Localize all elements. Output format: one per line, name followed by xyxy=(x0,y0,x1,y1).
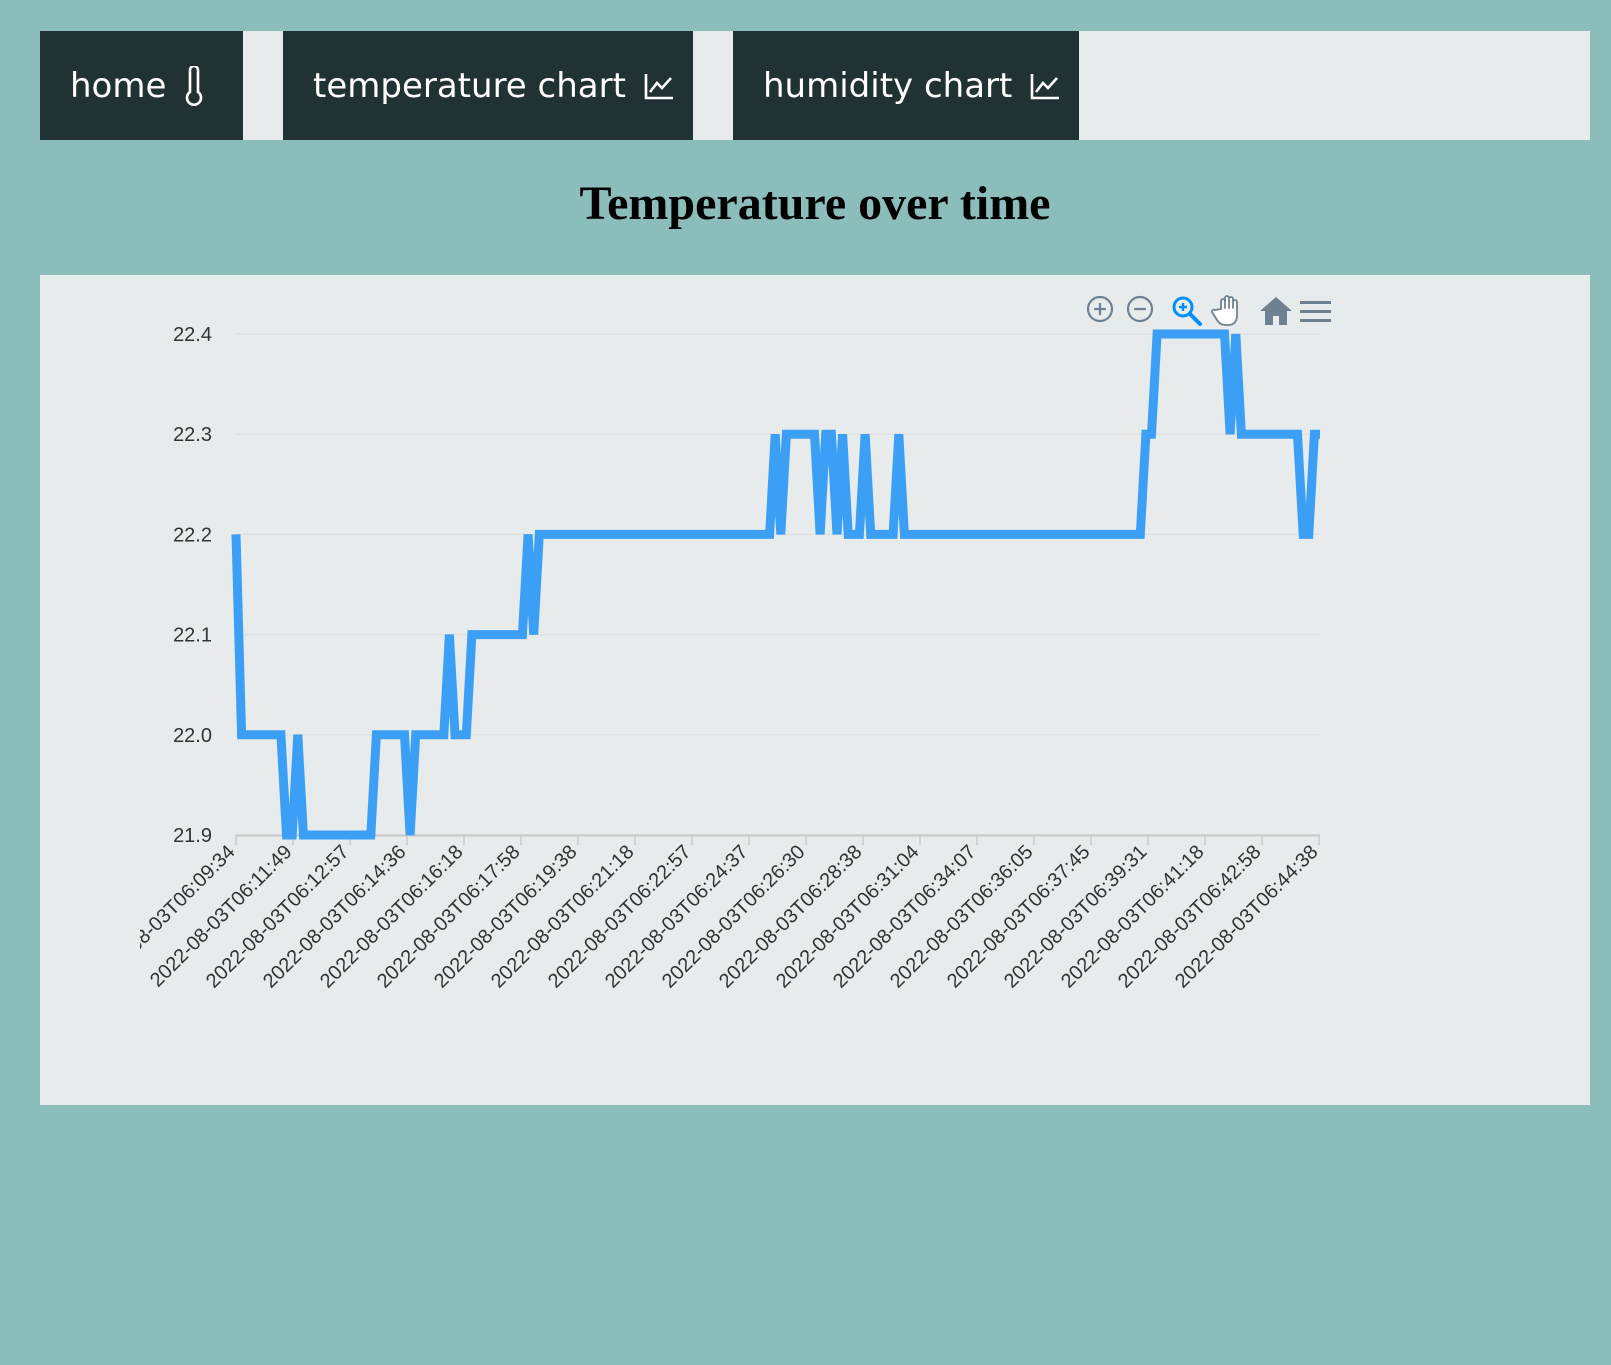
y-tick-label: 22.0 xyxy=(173,725,212,747)
series-line xyxy=(231,329,1320,840)
reset-home-icon[interactable] xyxy=(1260,297,1292,325)
chart-toolbar xyxy=(1086,295,1331,326)
nav-temperature-chart-link[interactable]: temperature chart xyxy=(283,31,693,140)
line-chart-icon xyxy=(644,72,674,100)
zoom-in-icon[interactable] xyxy=(1086,295,1114,323)
nav-humidity-chart-link[interactable]: humidity chart xyxy=(733,31,1079,140)
y-tick-label: 22.2 xyxy=(173,524,212,546)
navbar: home temperature chart humidity chart xyxy=(40,31,1590,140)
x-tick-labels: 2022-08-03T06:09:342022-08-03T06:11:4920… xyxy=(140,841,1323,993)
pan-hand-icon[interactable] xyxy=(1211,295,1238,326)
nav-temperature-chart-label: temperature chart xyxy=(313,65,626,106)
nav-home-link[interactable]: home xyxy=(40,31,243,140)
thermometer-icon xyxy=(184,65,204,106)
y-tick-label: 22.1 xyxy=(173,625,212,647)
menu-icon[interactable] xyxy=(1300,301,1331,322)
line-chart-icon xyxy=(1030,72,1060,100)
y-axis: 21.9 22.0 22.1 22.2 22.3 22.4 xyxy=(173,324,212,847)
page-title: Temperature over time xyxy=(579,177,1051,230)
zoom-out-icon[interactable] xyxy=(1126,295,1154,323)
series-layer xyxy=(231,329,1320,840)
x-axis: 2022-08-03T06:09:342022-08-03T06:11:4920… xyxy=(140,834,1323,993)
y-tick-label: 22.4 xyxy=(173,324,212,346)
nav-home-label: home xyxy=(70,65,167,106)
y-tick-label: 22.3 xyxy=(173,424,212,446)
nav-humidity-chart-label: humidity chart xyxy=(763,65,1013,106)
y-tick-label: 21.9 xyxy=(173,825,212,847)
selection-zoom-icon[interactable] xyxy=(1172,296,1202,326)
chart-panel: 21.9 22.0 22.1 22.2 22.3 22.4 2022-08-03T06:0… xyxy=(40,275,1590,1105)
temperature-line-chart: 21.9 22.0 22.1 22.2 22.3 22.4 2022-08-03T06:0… xyxy=(140,295,1331,993)
